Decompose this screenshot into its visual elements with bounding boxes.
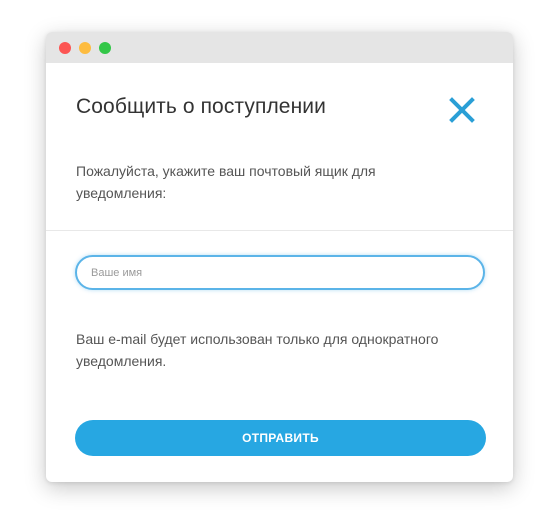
modal-title: Сообщить о поступлении <box>76 95 326 118</box>
privacy-note: Ваш e-mail будет использован только для … <box>76 331 439 369</box>
submit-button[interactable]: ОТПРАВИТЬ <box>75 420 486 456</box>
browser-window: Сообщить о поступлении Пожалуйста, укажи… <box>46 32 513 482</box>
instructions-text: Пожалуйста, укажите ваш почтовый ящик дл… <box>76 163 376 201</box>
name-input[interactable] <box>75 255 485 290</box>
divider <box>46 230 513 231</box>
name-field <box>75 255 485 290</box>
window-minimize-button[interactable] <box>79 42 91 54</box>
close-button[interactable] <box>448 96 476 124</box>
window-titlebar <box>46 32 513 63</box>
close-icon <box>449 97 475 123</box>
window-maximize-button[interactable] <box>99 42 111 54</box>
window-close-button[interactable] <box>59 42 71 54</box>
